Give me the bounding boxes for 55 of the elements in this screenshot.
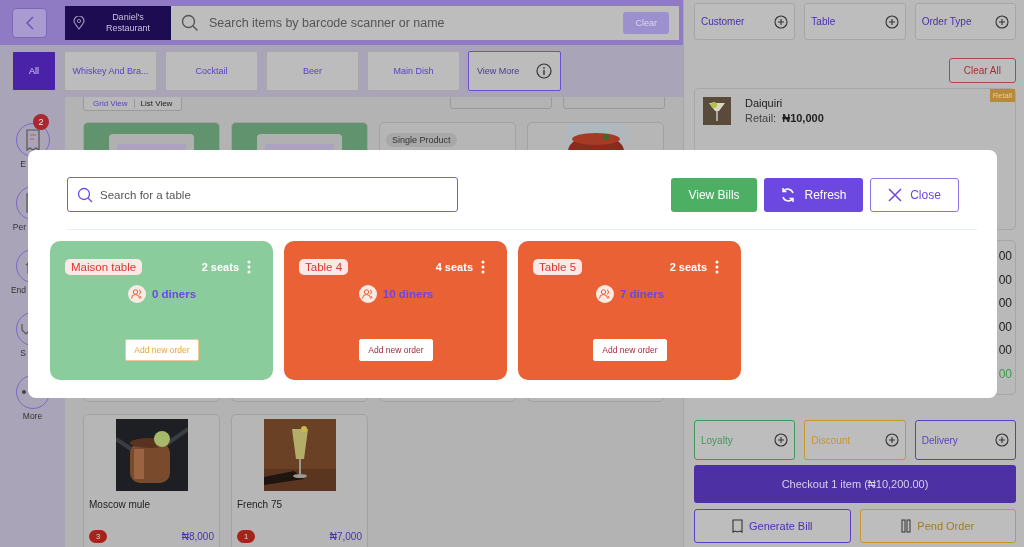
clear-all-button[interactable]: Clear All xyxy=(948,58,1016,83)
amount-value: 00 xyxy=(998,272,1012,288)
sidebar-label: Per xyxy=(11,222,26,232)
price-label: Retail: xyxy=(745,112,777,124)
sidebar-label: E xyxy=(19,159,26,169)
amount-value: 00 xyxy=(998,366,1012,382)
product-type-tag: Single Product xyxy=(386,133,457,147)
dialog-button[interactable]: View Bills xyxy=(671,177,757,212)
restaurant-name: Daniel's Restaurant xyxy=(105,11,151,34)
cart-option-button[interactable]: Order Type xyxy=(914,3,1016,40)
amount-value: 00 xyxy=(998,343,1012,359)
product-name: French 75 xyxy=(237,499,283,510)
category-tab[interactable]: Main Dish xyxy=(367,51,460,91)
table-name-tag: Table 4 xyxy=(299,259,349,275)
view-tab[interactable]: Grid View xyxy=(87,99,135,108)
table-card[interactable]: Table 4 4 seats 10 diners Add new order xyxy=(284,241,507,380)
table-card[interactable]: Maison table 2 seats 0 diners Add new order xyxy=(50,241,273,380)
view-more-button[interactable]: View More xyxy=(468,51,561,91)
product-price: ₦7,000 xyxy=(329,531,362,542)
diner-count: 0 diners xyxy=(151,288,197,300)
category-tab[interactable]: Whiskey And Bra... xyxy=(64,51,157,91)
amount-value: 00 xyxy=(998,319,1012,335)
order-action-button[interactable]: Generate Bill xyxy=(694,509,851,543)
cart-extra-button[interactable]: Delivery xyxy=(914,420,1016,460)
category-tab[interactable]: Cocktail xyxy=(165,51,258,91)
table-card[interactable]: Table 5 2 seats 7 diners Add new order xyxy=(518,241,741,380)
count-badge: 2 xyxy=(33,114,49,130)
table-search-field[interactable]: Search for a table xyxy=(67,177,458,212)
dialog-button[interactable]: Close xyxy=(870,177,959,212)
sidebar-label: More xyxy=(22,411,43,421)
add-order-button[interactable]: Add new order xyxy=(593,339,667,361)
diner-count: 7 diners xyxy=(619,288,665,300)
cart-option-button[interactable]: Customer xyxy=(694,3,796,40)
item-price: ₦10,000 xyxy=(782,112,824,124)
item-name: Daiquiri xyxy=(745,97,784,109)
location-selector[interactable]: Daniel's Restaurant xyxy=(65,5,171,40)
sidebar-label: End xyxy=(9,285,26,295)
cart-option-button[interactable]: Table xyxy=(804,3,906,40)
table-name-tag: Table 5 xyxy=(533,259,583,275)
add-order-button[interactable]: Add new order xyxy=(359,339,433,361)
seat-count: 4 seats xyxy=(435,261,473,273)
checkout-button[interactable]: Checkout 1 item (₦10,200.00) xyxy=(694,465,1016,503)
category-tab[interactable]: Beer xyxy=(266,51,359,91)
amount-value: 00 xyxy=(998,249,1012,265)
table-name-tag: Maison table xyxy=(65,259,143,275)
product-price: ₦8,000 xyxy=(181,531,214,542)
view-tab[interactable]: List View xyxy=(134,99,179,108)
dialog-button[interactable]: Refresh xyxy=(764,177,863,212)
diner-count: 10 diners xyxy=(382,288,434,300)
seat-count: 2 seats xyxy=(669,261,707,273)
category-tab[interactable]: All xyxy=(12,51,56,91)
seat-count: 2 seats xyxy=(201,261,239,273)
product-name: Moscow mule xyxy=(89,499,151,510)
amount-value: 00 xyxy=(998,296,1012,312)
sidebar-label: S xyxy=(19,348,26,358)
